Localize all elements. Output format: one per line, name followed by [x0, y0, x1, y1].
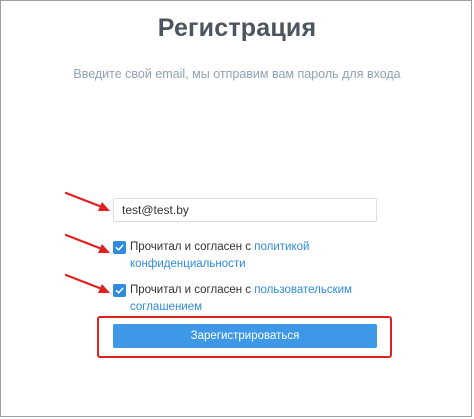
red-arrow-icon: [64, 233, 110, 253]
privacy-checkbox[interactable]: [113, 241, 126, 254]
page-subtitle: Введите свой email, мы отправим вам паро…: [73, 67, 401, 81]
red-arrow-icon: [64, 191, 110, 211]
check-icon: [115, 287, 124, 294]
terms-link-line2: соглашением: [130, 301, 203, 313]
privacy-consent-text: Прочитал и согласен с: [130, 241, 255, 253]
terms-checkbox[interactable]: [113, 284, 126, 297]
red-arrow-icon: [64, 273, 110, 293]
privacy-link-line2: конфиденциальности: [130, 258, 246, 270]
terms-link-line1: пользовательским: [254, 284, 352, 296]
check-icon: [115, 244, 124, 251]
privacy-link-line1: политикой: [254, 241, 310, 253]
page-title: Регистрация: [157, 14, 317, 42]
email-field[interactable]: [113, 198, 377, 222]
register-button[interactable]: Зарегистрироваться: [113, 324, 377, 348]
privacy-consent-row: Прочитал и согласен с политикой конфиденц…: [113, 239, 383, 273]
privacy-consent-label: Прочитал и согласен с политикой конфиденц…: [130, 239, 309, 273]
terms-consent-row: Прочитал и согласен с пользовательским со…: [113, 282, 383, 316]
terms-consent-label: Прочитал и согласен с пользовательским со…: [130, 282, 352, 316]
terms-consent-text: Прочитал и согласен с: [130, 284, 255, 296]
